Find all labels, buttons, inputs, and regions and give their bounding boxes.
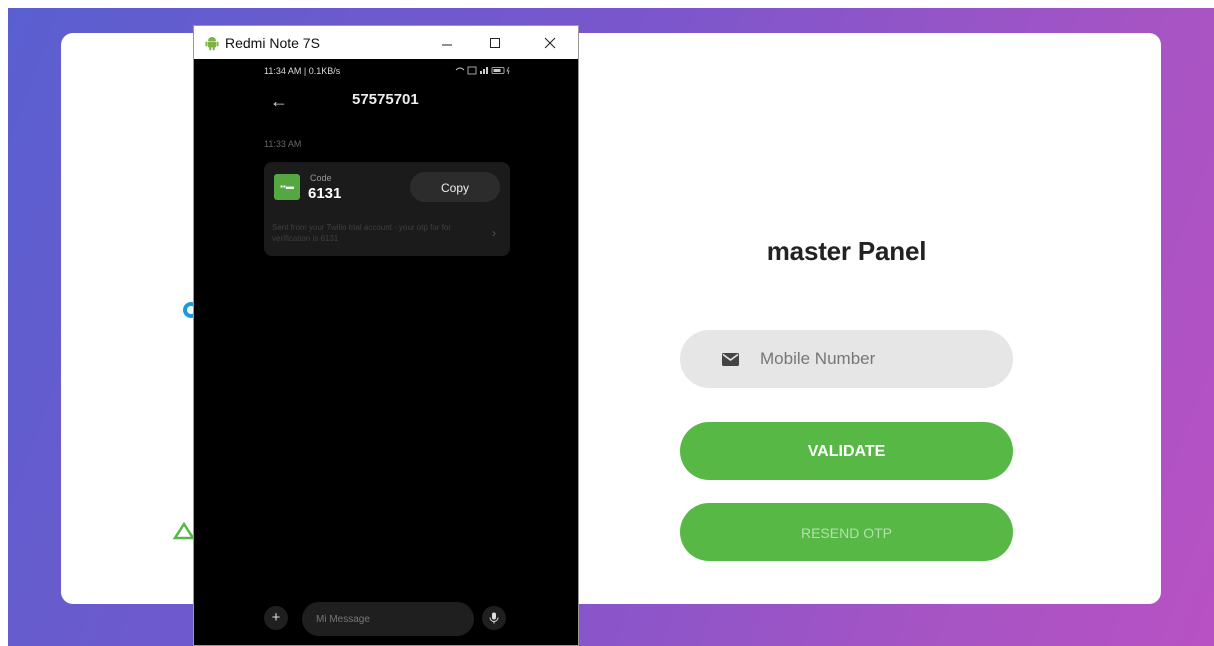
back-arrow-icon[interactable]: ←	[270, 91, 288, 112]
microphone-icon[interactable]	[482, 606, 506, 630]
maximize-icon[interactable]	[472, 26, 518, 59]
page-title: master Panel	[766, 236, 927, 266]
code-icon: ▪▪▬	[274, 174, 300, 200]
message-timestamp: 11:33 AM	[264, 139, 302, 149]
minimize-icon[interactable]	[424, 26, 470, 59]
mobile-number-input[interactable]	[758, 348, 982, 370]
otp-message-bubble[interactable]: ▪▪▬ Code 6131 Copy Sent from your Twilio…	[264, 162, 510, 256]
emulator-window: Redmi Note 7S 11:34 AM | 0.1KB/s ← 57575…	[193, 25, 579, 646]
message-body: Sent from your Twilio trial account - yo…	[272, 223, 452, 243]
message-input[interactable]	[302, 602, 474, 636]
validate-button[interactable]: VALIDATE	[680, 422, 1013, 480]
status-bar-time: 11:34 AM | 0.1KB/s	[264, 66, 341, 76]
status-bar-icons	[454, 66, 514, 77]
android-icon	[205, 35, 219, 51]
code-label: Code	[310, 173, 332, 183]
otp-code: 6131	[308, 185, 342, 202]
copy-button[interactable]: Copy	[410, 172, 500, 202]
chevron-right-icon[interactable]: ›	[492, 226, 496, 240]
emulator-title: Redmi Note 7S	[225, 34, 320, 51]
conversation-title: 57575701	[352, 91, 419, 108]
resend-otp-button[interactable]: RESEND OTP	[680, 503, 1013, 561]
envelope-icon	[722, 352, 742, 366]
phone-screen: 11:34 AM | 0.1KB/s ← 57575701 11:33 AM ▪…	[194, 59, 578, 645]
close-icon[interactable]	[527, 26, 573, 59]
emulator-titlebar[interactable]: Redmi Note 7S	[194, 26, 578, 59]
add-attachment-icon[interactable]: +	[264, 606, 288, 630]
mobile-number-field[interactable]	[680, 330, 1013, 388]
